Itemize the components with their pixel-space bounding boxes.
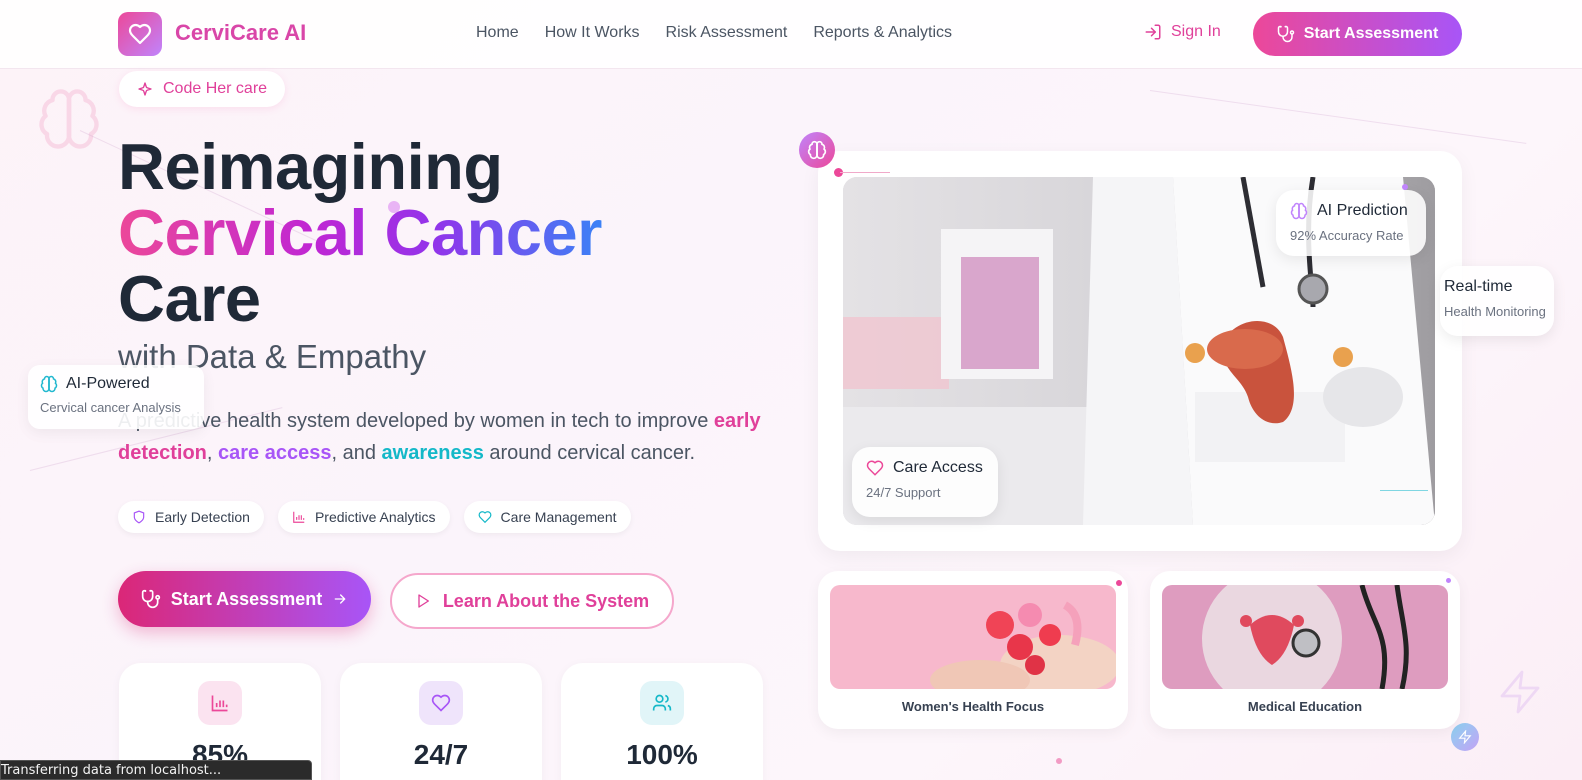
brain-badge	[799, 132, 835, 168]
care-access-subtitle: 24/7 Support	[866, 485, 941, 500]
ai-prediction-title: AI Prediction	[1317, 202, 1408, 219]
hero-badge: Code Her care	[119, 71, 286, 107]
desc-highlight-awareness: awareness	[381, 442, 484, 464]
arrow-right-icon	[334, 594, 346, 604]
brain-icon	[807, 140, 827, 160]
medical-education-card[interactable]: Medical Education	[1150, 571, 1460, 729]
decorative-dot	[1056, 758, 1062, 764]
stat-card-support: 24/7	[340, 663, 542, 780]
stethoscope-icon	[141, 589, 160, 609]
womens-health-image	[830, 585, 1116, 689]
stat-card-users: 100%	[561, 663, 763, 780]
pill-early-detection-label: Early Detection	[155, 509, 250, 525]
nav-how-it-works[interactable]: How It Works	[545, 24, 640, 42]
stat-icon-box	[198, 681, 242, 725]
realtime-card: Real-time Health Monitoring	[1440, 266, 1554, 336]
ai-powered-title: AI-Powered	[66, 375, 150, 392]
ai-powered-subtitle: Cervical cancer Analysis	[40, 400, 181, 415]
lightning-circle	[1451, 723, 1479, 751]
realtime-subtitle: Health Monitoring	[1444, 304, 1546, 319]
pill-care-management: Care Management	[463, 501, 631, 533]
main-nav: Home How It Works Risk Assessment Report…	[476, 24, 952, 42]
stat-icon-box	[640, 681, 684, 725]
desc-text-1: A predictive health system developed by …	[118, 410, 709, 432]
sparkles-icon	[138, 82, 152, 96]
care-access-card: Care Access 24/7 Support	[852, 447, 998, 517]
hero-badge-label: Code Her care	[163, 80, 268, 97]
play-icon	[418, 594, 429, 608]
medical-education-caption: Medical Education	[1247, 699, 1363, 714]
womens-health-card[interactable]: Women's Health Focus	[818, 571, 1128, 729]
pill-early-detection: Early Detection	[118, 501, 264, 533]
shield-icon	[133, 510, 145, 524]
brain-icon	[40, 375, 58, 393]
pill-care-management-label: Care Management	[500, 509, 617, 525]
sign-in-label: Sign In	[1171, 23, 1221, 40]
lightning-decoration-icon	[1500, 670, 1540, 714]
start-assessment-button[interactable]: Start Assessment	[118, 571, 371, 627]
stat-value: 24/7	[413, 739, 469, 770]
browser-status-bar: Transferring data from localhost...	[0, 760, 312, 780]
brain-decoration-icon	[39, 89, 99, 149]
decorative-line	[840, 172, 890, 173]
pill-predictive-analytics-label: Predictive Analytics	[314, 509, 436, 525]
ai-prediction-subtitle: 92% Accuracy Rate	[1290, 228, 1404, 243]
heart-logo-icon	[128, 23, 152, 45]
desc-sep-1: ,	[206, 442, 213, 464]
desc-highlight-care-access: care access	[218, 442, 332, 464]
stat-icon-box	[419, 681, 463, 725]
start-assessment-header-label: Start Assessment	[1303, 25, 1439, 42]
login-icon	[1145, 24, 1161, 40]
feature-pills: Early Detection Predictive Analytics Car…	[118, 501, 631, 533]
decorative-line	[1149, 90, 1527, 144]
users-icon	[652, 694, 672, 711]
nav-home[interactable]: Home	[476, 24, 519, 42]
learn-about-system-button[interactable]: Learn About the System	[390, 573, 674, 629]
ai-prediction-card: AI Prediction 92% Accuracy Rate	[1276, 190, 1426, 256]
flowers-hands-illustration	[830, 585, 1116, 689]
brand-name[interactable]: CerviCare AI	[175, 20, 306, 46]
stethoscope-icon	[1277, 25, 1294, 43]
desc-sep-2: , and	[331, 442, 376, 464]
logo[interactable]	[118, 12, 162, 56]
decorative-line	[1380, 490, 1428, 491]
hero-title-line1: Reimagining	[118, 130, 503, 203]
start-assessment-header-button[interactable]: Start Assessment	[1253, 12, 1462, 56]
hero-title-line3: Care	[118, 262, 261, 335]
nav-reports-analytics[interactable]: Reports & Analytics	[813, 24, 952, 42]
care-access-title: Care Access	[893, 459, 983, 476]
lightning-icon	[1458, 730, 1472, 744]
heart-icon	[866, 460, 884, 476]
bar-chart-icon	[293, 511, 305, 523]
stat-value: 100%	[626, 739, 698, 770]
heart-icon	[478, 511, 491, 524]
pill-predictive-analytics: Predictive Analytics	[277, 501, 450, 533]
decorative-dot	[1402, 184, 1408, 190]
nav-risk-assessment[interactable]: Risk Assessment	[666, 24, 788, 42]
hero-description: A predictive health system developed by …	[118, 405, 778, 469]
sign-in-link[interactable]: Sign In	[1144, 23, 1221, 41]
hero-title: Reimagining Cervical Cancer Care	[118, 134, 602, 332]
uterus-model-illustration	[1162, 585, 1448, 689]
top-navbar: CerviCare AI Home How It Works Risk Asse…	[0, 0, 1582, 69]
medical-education-image	[1162, 585, 1448, 689]
hero-title-line2: Cervical Cancer	[118, 196, 602, 269]
womens-health-caption: Women's Health Focus	[901, 699, 1045, 714]
decorative-dot	[1446, 578, 1451, 583]
start-assessment-label: Start Assessment	[170, 588, 323, 609]
desc-text-2: around cervical cancer.	[489, 442, 696, 464]
learn-about-system-label: Learn About the System	[442, 590, 650, 611]
bar-chart-icon	[211, 695, 228, 712]
realtime-title: Real-time	[1444, 278, 1513, 295]
decorative-dot	[1116, 580, 1122, 586]
heart-icon	[431, 694, 451, 712]
brain-icon	[1290, 202, 1308, 220]
ai-powered-card: AI-Powered Cervical cancer Analysis	[28, 365, 204, 429]
